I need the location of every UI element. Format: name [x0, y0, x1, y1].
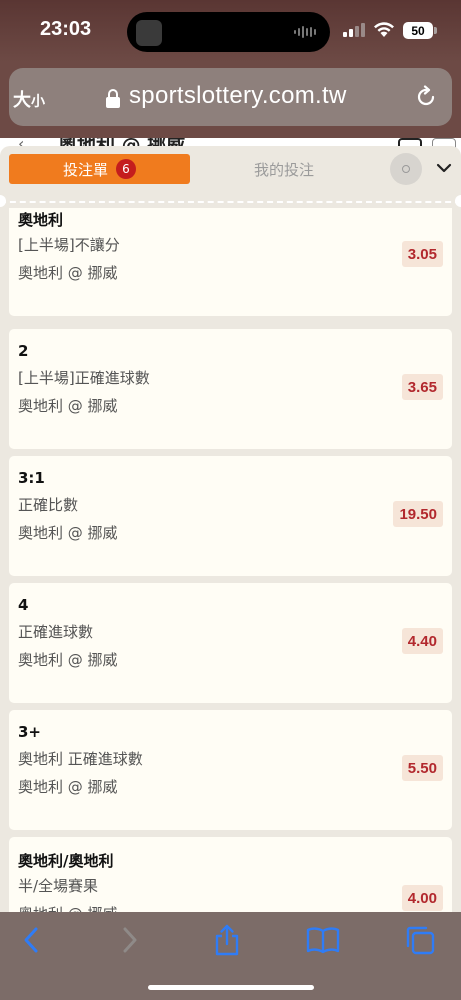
- text-size-large-label: 大: [13, 90, 31, 111]
- bet-card[interactable]: 3:1 正確比數 奧地利 @ 挪威 19.50: [9, 456, 452, 576]
- bet-market: 奧地利 正確進球數: [18, 750, 143, 768]
- tabs-icon: [406, 926, 435, 955]
- settings-button[interactable]: [390, 153, 422, 185]
- status-bar: 23:03 50: [0, 0, 461, 62]
- bet-odds: 5.50: [401, 755, 443, 781]
- bet-market: [上半場]不讓分: [18, 236, 120, 254]
- bet-selection: 3+: [18, 723, 42, 741]
- reload-icon[interactable]: [414, 85, 438, 109]
- forward-button[interactable]: [110, 924, 150, 956]
- bet-slip-header: 投注單 6 我的投注: [0, 146, 461, 200]
- bet-card[interactable]: 4 正確進球數 奧地利 @ 挪威 4.40: [9, 583, 452, 703]
- battery-icon: 50: [403, 22, 433, 39]
- bet-selection: 2: [18, 342, 29, 360]
- bet-selection: 4: [18, 596, 29, 614]
- now-playing-icon: [136, 20, 162, 46]
- bet-match: 奧地利 @ 挪威: [18, 524, 118, 542]
- wifi-icon: [374, 22, 394, 37]
- bet-market: 半/全場賽果: [18, 877, 99, 895]
- battery-tip: [434, 27, 437, 34]
- url-text[interactable]: sportslottery.com.tw: [129, 82, 347, 110]
- text-size-small-label: 小: [31, 94, 45, 110]
- home-indicator[interactable]: [148, 985, 314, 990]
- divider-notch: [455, 195, 461, 207]
- forward-icon: [123, 927, 137, 953]
- bet-count-badge: 6: [116, 159, 136, 179]
- bet-odds: 3.05: [401, 241, 443, 267]
- status-time: 23:03: [40, 18, 92, 40]
- dynamic-island[interactable]: [127, 12, 330, 52]
- tab-bet-slip[interactable]: 投注單 6: [9, 154, 190, 184]
- chevron-down-icon[interactable]: [436, 162, 452, 174]
- bet-market: [上半場]正確進球數: [18, 369, 150, 387]
- share-button[interactable]: [207, 924, 247, 956]
- bet-match: 奧地利 @ 挪威: [18, 264, 118, 282]
- bet-match: 奧地利 @ 挪威: [18, 778, 118, 796]
- bet-card[interactable]: 奧地利/奧地利 半/全場賽果 奧地利 @ 挪威 4.00: [9, 837, 452, 912]
- bet-odds: 4.00: [401, 885, 443, 911]
- bet-odds: 3.65: [401, 374, 443, 400]
- address-bar[interactable]: 大小 sportslottery.com.tw: [9, 68, 452, 126]
- cellular-signal-icon: [343, 23, 365, 37]
- bet-selection: 3:1: [18, 469, 45, 487]
- text-size-button[interactable]: 大小: [13, 86, 45, 112]
- share-icon: [215, 924, 239, 956]
- bet-odds: 4.40: [401, 628, 443, 654]
- browser-address-area: 大小 sportslottery.com.tw: [0, 62, 461, 138]
- bet-match: 奧地利 @ 挪威: [18, 397, 118, 415]
- bet-card[interactable]: 2 [上半場]正確進球數 奧地利 @ 挪威 3.65: [9, 329, 452, 449]
- bet-card[interactable]: 3+ 奧地利 正確進球數 奧地利 @ 挪威 5.50: [9, 710, 452, 830]
- bet-odds: 19.50: [393, 501, 443, 527]
- bet-card[interactable]: 奧地利 [上半場]不讓分 奧地利 @ 挪威 3.05: [9, 208, 452, 316]
- lock-icon: [106, 89, 120, 108]
- browser-toolbar: [0, 912, 461, 1000]
- tab-my-bets[interactable]: 我的投注: [200, 154, 368, 184]
- bet-market: 正確進球數: [18, 623, 94, 641]
- back-icon: [24, 927, 38, 953]
- bookmarks-icon: [306, 927, 340, 954]
- bookmarks-button[interactable]: [303, 924, 343, 956]
- bet-slip-panel: 投注單 6 我的投注 奧地利 [上半場]不讓分 奧地利 @ 挪威 3.05 2 …: [0, 146, 461, 912]
- back-button[interactable]: [11, 924, 51, 956]
- bet-selection: 奧地利: [18, 211, 64, 229]
- settings-icon: [402, 165, 410, 173]
- bet-match: 奧地利 @ 挪威: [18, 651, 118, 669]
- tab-bet-slip-label: 投注單: [62, 160, 108, 179]
- divider: [0, 201, 461, 203]
- bet-selection: 奧地利/奧地利: [18, 852, 114, 870]
- bet-market: 正確比數: [18, 496, 79, 514]
- bet-match: 奧地利 @ 挪威: [18, 903, 118, 912]
- bet-list[interactable]: 奧地利 [上半場]不讓分 奧地利 @ 挪威 3.05 2 [上半場]正確進球數 …: [0, 208, 461, 912]
- tabs-button[interactable]: [400, 924, 440, 956]
- audio-wave-icon: [294, 26, 318, 38]
